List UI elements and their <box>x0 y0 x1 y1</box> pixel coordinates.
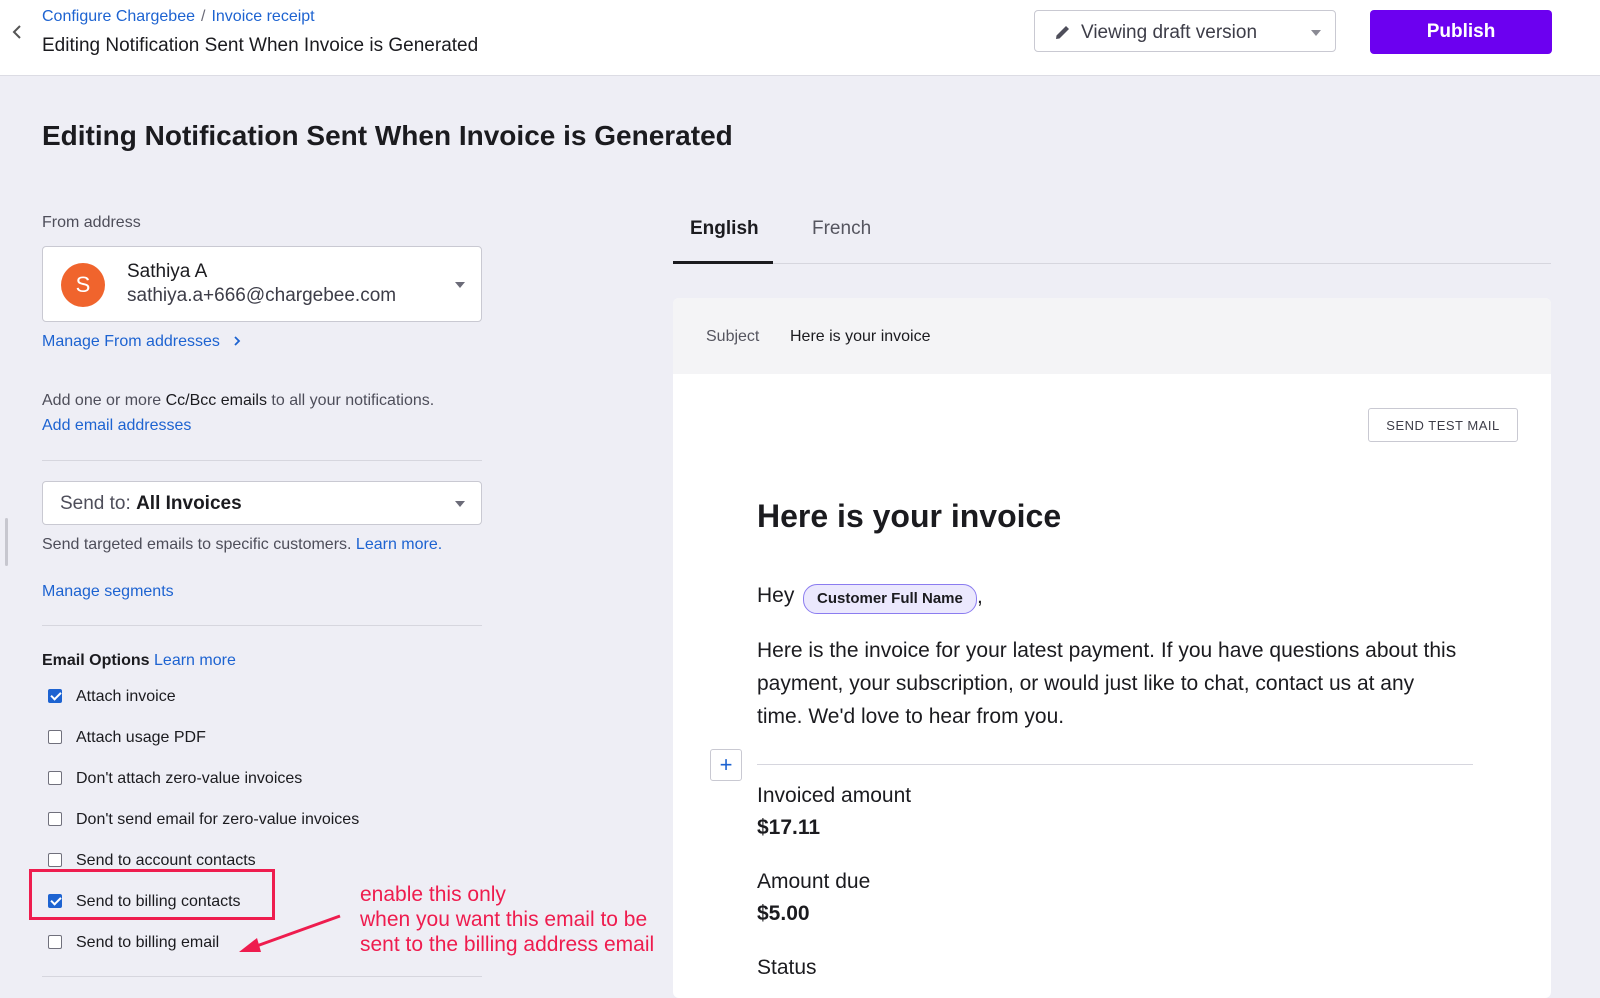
annotation-arrow-icon <box>239 914 341 952</box>
checkbox[interactable] <box>48 812 62 826</box>
email-heading[interactable]: Here is your invoice <box>757 498 1061 535</box>
divider <box>42 976 482 977</box>
avatar: S <box>61 263 105 307</box>
field-label: Invoiced amount <box>757 784 912 807</box>
send-to-text: Send to: All Invoices <box>60 493 242 515</box>
scroll-handle[interactable] <box>5 518 8 566</box>
divider <box>757 764 1473 765</box>
option-label: Send to billing email <box>76 934 220 951</box>
send-test-mail-button[interactable]: SEND TEST MAIL <box>1368 408 1518 442</box>
checkbox[interactable] <box>48 771 62 785</box>
subject-label: Subject <box>706 328 760 345</box>
top-header: Configure Chargebee / Invoice receipt Edit… <box>0 0 1600 76</box>
from-name: Sathiya A <box>127 261 208 282</box>
send-to-learn-more-link[interactable]: Learn more. <box>356 536 442 553</box>
option-label: Send to account contacts <box>76 852 256 869</box>
chevron-down-icon <box>455 282 465 288</box>
from-address-label: From address <box>42 214 141 231</box>
greeting-end: , <box>977 585 983 608</box>
breadcrumb-configure-chargebee[interactable]: Configure Chargebee <box>42 8 195 25</box>
chevron-down-icon <box>455 501 465 507</box>
add-email-addresses-link[interactable]: Add email addresses <box>42 417 191 435</box>
send-to-help: Send targeted emails to specific custome… <box>42 536 442 554</box>
placeholder-pill[interactable]: Customer Full Name <box>803 584 977 614</box>
back-chevron-icon[interactable] <box>8 22 28 42</box>
option-label: Attach usage PDF <box>76 729 206 746</box>
field-label: Amount due <box>757 870 871 893</box>
tab-active-indicator <box>673 261 773 264</box>
chevron-down-icon <box>1311 30 1321 36</box>
checkbox[interactable] <box>48 689 62 703</box>
divider <box>42 625 482 626</box>
email-options-title: Email Options <box>42 652 150 669</box>
subject-value[interactable]: Here is your invoice <box>790 328 931 346</box>
field-value: $5.00 <box>757 902 810 925</box>
annotation-line: sent to the billing address email <box>360 933 655 956</box>
greeting: Hey <box>757 584 795 607</box>
cc-text-suffix: to all your notifications. <box>266 392 435 409</box>
publish-button[interactable]: Publish <box>1370 10 1552 54</box>
field-value: $17.11 <box>757 816 821 839</box>
email-options-heading: Email Options Learn more <box>42 652 236 670</box>
email-preview-card: Subject Here is your invoice SEND TEST M… <box>673 298 1551 998</box>
option-label: Don't send email for zero-value invoices <box>76 811 360 828</box>
tab-english[interactable]: English <box>690 218 759 240</box>
breadcrumb-invoice-receipt[interactable]: Invoice receipt <box>211 8 314 25</box>
manage-segments-link[interactable]: Manage segments <box>42 583 174 601</box>
page-title: Editing Notification Sent When Invoice i… <box>42 120 733 151</box>
chevron-right-icon <box>234 336 241 346</box>
from-email: sathiya.a+666@chargebee.com <box>127 285 397 306</box>
header-title: Editing Notification Sent When Invoice i… <box>42 35 479 56</box>
subject-bar: Subject Here is your invoice <box>673 298 1551 374</box>
option-label: Don't attach zero-value invoices <box>76 770 303 787</box>
send-to-value: All Invoices <box>136 493 242 514</box>
version-label: Viewing draft version <box>1081 22 1258 43</box>
send-to-help-text: Send targeted emails to specific custome… <box>42 536 356 553</box>
tab-french[interactable]: French <box>812 218 871 240</box>
manage-from-addresses-link[interactable]: Manage From addresses <box>42 333 242 351</box>
checkbox[interactable] <box>48 935 62 949</box>
cc-bcc-text: Add one or more Cc/Bcc emails to all you… <box>42 392 434 410</box>
cc-text-bold: Cc/Bcc emails <box>165 392 267 409</box>
divider <box>42 460 482 461</box>
option-label: Attach invoice <box>76 688 176 705</box>
checkbox[interactable] <box>48 853 62 867</box>
email-body[interactable]: Here is the invoice for your latest paym… <box>757 634 1457 733</box>
annotation-line: when you want this email to be <box>360 908 648 931</box>
field-label: Status <box>757 956 817 979</box>
manage-from-addresses-label: Manage From addresses <box>42 333 220 350</box>
breadcrumb: Configure Chargebee / Invoice receipt <box>42 8 315 26</box>
checkbox[interactable] <box>48 730 62 744</box>
tab-divider <box>673 263 1551 264</box>
add-block-icon[interactable]: + <box>710 749 742 781</box>
pencil-icon <box>1056 26 1069 39</box>
annotation-line: enable this only <box>360 883 506 906</box>
send-to-prefix: Send to: <box>60 493 137 514</box>
cc-text-prefix: Add one or more <box>42 392 166 409</box>
version-dropdown[interactable]: Viewing draft version <box>1034 10 1336 52</box>
send-to-select[interactable]: Send to: All Invoices <box>42 481 482 525</box>
from-address-select[interactable]: S Sathiya A sathiya.a+666@chargebee.com <box>42 246 482 322</box>
annotation-text: enable this only when you want this emai… <box>360 882 654 957</box>
breadcrumb-separator: / <box>201 8 206 25</box>
email-options-learn-more-link[interactable]: Learn more <box>154 652 236 669</box>
